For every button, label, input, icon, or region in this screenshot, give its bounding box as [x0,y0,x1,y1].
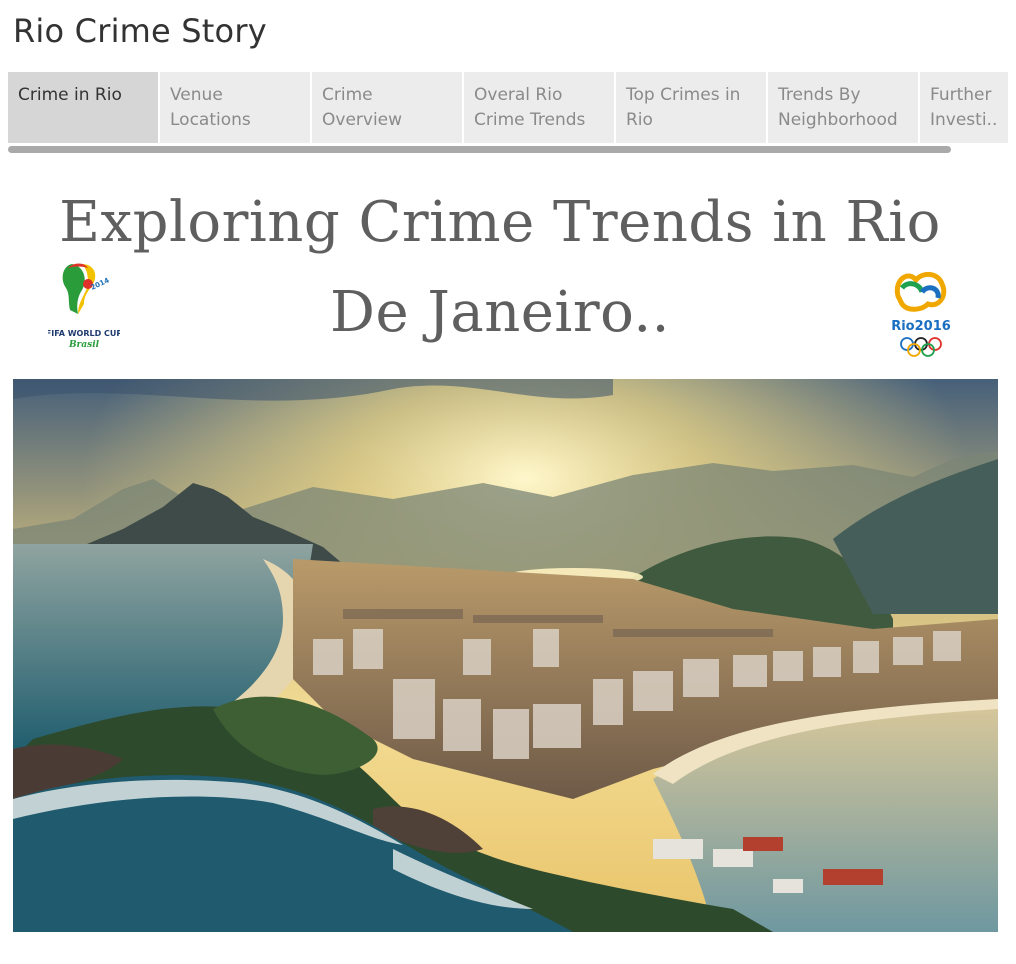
dashboard-heading: Exploring Crime Trends in Rio De Janeiro… [40,178,960,358]
tab-crime-in-rio[interactable]: Crime in Rio [8,72,158,143]
tabs-horizontal-scrollbar[interactable] [8,146,951,153]
story-title: Rio Crime Story [13,12,267,50]
tab-top-crimes-in-rio[interactable]: Top Crimes in Rio [616,72,766,143]
fifa-world-cup-2014-logo-icon: 2014 FIFA WORLD CUP Brasil [46,263,122,350]
world-cup-logo-text: FIFA WORLD CUP [48,329,120,338]
heading-line-1: Exploring Crime Trends in Rio [59,190,941,255]
rio-aerial-photo [13,379,998,932]
heading-line-2: De Janeiro.. [330,280,670,345]
tab-overall-rio-crime-trends[interactable]: Overal Rio Crime Trends [464,72,614,143]
olympics-logo-text: Rio2016 [891,319,951,334]
rio-landscape-image [13,379,998,932]
story-navigation-tabs: Crime in Rio Venue Locations Crime Overv… [8,72,1008,143]
world-cup-logo-subtext: Brasil [68,340,100,350]
tab-crime-overview[interactable]: Crime Overview [312,72,462,143]
tab-trends-by-neighborhood[interactable]: Trends By Neighborhood [768,72,918,143]
rio-2016-olympics-logo-icon: Rio2016 [891,272,951,357]
tab-venue-locations[interactable]: Venue Locations [160,72,310,143]
story-dashboard: Rio Crime Story Crime in Rio Venue Locat… [0,0,1016,964]
tab-further-investigation[interactable]: Further Investi.. [920,72,1008,143]
fifa-world-cup-logo: 2014 FIFA WORLD CUP Brasil [46,258,122,354]
rio-2016-olympics-logo: Rio2016 [886,266,956,360]
